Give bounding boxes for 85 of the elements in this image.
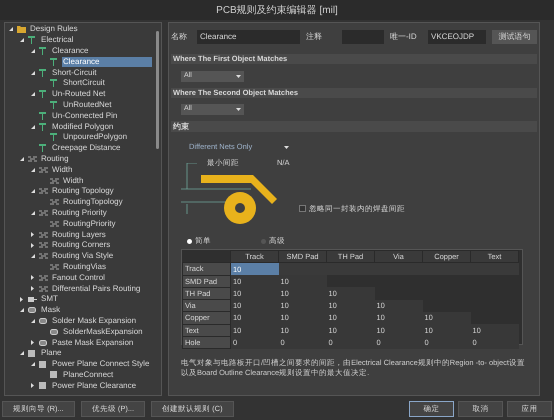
tree-item[interactable]: Routing Layers bbox=[51, 230, 107, 240]
tree-item[interactable]: Electrical bbox=[40, 35, 74, 46]
id-field[interactable]: VKCEOJDP bbox=[428, 30, 486, 44]
name-field[interactable]: Clearance bbox=[197, 30, 300, 44]
component-icon bbox=[28, 296, 37, 302]
routing-icon bbox=[39, 188, 48, 194]
expanded-arrow-icon[interactable] bbox=[31, 124, 35, 129]
routing-icon bbox=[39, 210, 48, 216]
tree-item[interactable]: Width bbox=[62, 176, 84, 186]
collapsed-arrow-icon[interactable] bbox=[31, 286, 34, 292]
tree-item[interactable]: RoutingTopology bbox=[62, 197, 124, 208]
tree-item[interactable]: Modified Polygon bbox=[51, 122, 114, 132]
tree-item[interactable]: SMT bbox=[40, 294, 59, 304]
tree-item[interactable]: Routing Priority bbox=[51, 208, 108, 218]
collapsed-arrow-icon[interactable] bbox=[31, 232, 34, 238]
scrollbar[interactable] bbox=[156, 31, 159, 149]
expanded-arrow-icon[interactable] bbox=[20, 351, 24, 356]
field-label: 名称 bbox=[171, 31, 188, 43]
routing-icon bbox=[28, 156, 37, 162]
collapsed-arrow-icon[interactable] bbox=[31, 275, 34, 280]
tree-item[interactable]: Mask bbox=[40, 305, 62, 316]
routing-icon bbox=[39, 232, 48, 238]
tree-item[interactable]: Short-Circuit bbox=[51, 68, 98, 78]
routing-icon bbox=[39, 253, 48, 260]
caret-icon bbox=[236, 108, 241, 111]
tree-item[interactable]: RoutingVias bbox=[62, 262, 107, 272]
section-header: 约束 bbox=[171, 121, 537, 132]
tree-item[interactable]: Differential Pairs Routing bbox=[51, 284, 142, 294]
tree-item[interactable]: RoutingPriority bbox=[62, 218, 116, 229]
radio-button[interactable] bbox=[187, 238, 192, 244]
routing-icon bbox=[39, 166, 48, 173]
routing-icon bbox=[50, 264, 59, 270]
tree-item[interactable]: PlaneConnect bbox=[62, 370, 114, 380]
tree-item[interactable]: Plane bbox=[40, 348, 62, 358]
expanded-arrow-icon[interactable] bbox=[31, 254, 35, 258]
caret-icon bbox=[284, 146, 289, 148]
field-label: 唯一-ID bbox=[390, 31, 418, 43]
tree-item[interactable]: Un-Routed Net bbox=[51, 89, 106, 100]
routing-icon bbox=[39, 286, 48, 292]
expanded-arrow-icon[interactable] bbox=[31, 48, 35, 53]
expanded-arrow-icon[interactable] bbox=[9, 27, 13, 32]
tree-item[interactable]: Power Plane Connect Style bbox=[51, 359, 150, 370]
expanded-arrow-icon[interactable] bbox=[31, 168, 35, 172]
tree-item[interactable]: Solder Mask Expansion bbox=[51, 316, 138, 326]
tree-item[interactable]: Power Plane Clearance bbox=[51, 380, 138, 391]
checkbox[interactable] bbox=[299, 205, 306, 212]
tree-item[interactable]: ShortCircuit bbox=[62, 78, 106, 88]
tree-item[interactable]: Un-Connected Pin bbox=[51, 110, 118, 121]
routing-icon bbox=[50, 199, 59, 206]
expanded-arrow-icon[interactable] bbox=[31, 189, 35, 194]
tree-item[interactable]: Clearance bbox=[62, 56, 152, 67]
test-button[interactable]: 测试语句 bbox=[492, 30, 537, 44]
tree-item[interactable]: SolderMaskExpansion bbox=[62, 326, 144, 337]
field-label: 注释 bbox=[306, 31, 323, 43]
tree-item[interactable]: Routing Corners bbox=[51, 240, 112, 250]
expanded-arrow-icon[interactable] bbox=[31, 70, 35, 75]
routing-icon bbox=[50, 220, 59, 227]
expanded-arrow-icon[interactable] bbox=[20, 38, 24, 42]
tree-item[interactable]: Routing Via Style bbox=[51, 251, 114, 262]
expanded-arrow-icon[interactable] bbox=[31, 362, 35, 366]
collapsed-arrow-icon[interactable] bbox=[31, 242, 34, 248]
routing-icon bbox=[50, 178, 59, 184]
expanded-arrow-icon[interactable] bbox=[20, 156, 24, 161]
tree-item[interactable]: Design Rules bbox=[29, 24, 79, 34]
expanded-arrow-icon[interactable] bbox=[20, 308, 24, 312]
tree-item[interactable]: Fanout Control bbox=[51, 272, 106, 283]
collapsed-arrow-icon[interactable] bbox=[31, 340, 34, 345]
expanded-arrow-icon[interactable] bbox=[31, 210, 35, 215]
tree-item[interactable]: Creepage Distance bbox=[51, 143, 122, 154]
tree-item[interactable]: UnpouredPolygon bbox=[62, 132, 128, 142]
tree-item[interactable]: Routing Topology bbox=[51, 186, 115, 196]
collapsed-arrow-icon[interactable] bbox=[31, 383, 34, 388]
expanded-arrow-icon[interactable] bbox=[31, 92, 35, 96]
folder-icon bbox=[17, 25, 26, 34]
window-title: PCB规则及约束编辑器 [mil] bbox=[216, 4, 338, 18]
tree-item[interactable]: Clearance bbox=[51, 46, 90, 56]
tree-item[interactable]: Width bbox=[51, 164, 74, 175]
tree-item[interactable]: Routing bbox=[40, 154, 70, 164]
caret-icon bbox=[236, 74, 241, 78]
expanded-arrow-icon[interactable] bbox=[31, 318, 35, 323]
tree-item[interactable]: Paste Mask Expansion bbox=[51, 338, 134, 348]
routing-icon bbox=[39, 242, 48, 248]
tree-item[interactable]: UnRoutedNet bbox=[62, 100, 112, 110]
routing-icon bbox=[39, 274, 48, 281]
collapsed-arrow-icon[interactable] bbox=[20, 296, 23, 302]
